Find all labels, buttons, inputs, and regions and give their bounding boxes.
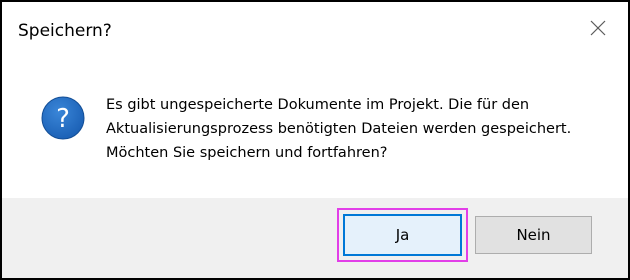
dialog-message: Es gibt ungespeicherte Dokumente im Proj…	[106, 93, 616, 165]
message-line: Möchten Sie speichern und fortfahren?	[106, 145, 388, 161]
title-bar: Speichern?	[2, 2, 628, 60]
yes-button[interactable]: Ja	[343, 214, 462, 256]
dialog-title: Speichern?	[18, 21, 112, 41]
message-line: Aktualisierungsprozess benötigten Dateie…	[106, 121, 572, 137]
no-button[interactable]: Nein	[475, 216, 592, 254]
close-button[interactable]	[584, 14, 612, 42]
message-line: Es gibt ungespeicherte Dokumente im Proj…	[106, 97, 530, 113]
question-icon: ?	[41, 96, 85, 140]
svg-text:?: ?	[56, 104, 70, 134]
close-icon	[590, 20, 606, 36]
dialog-content: ? Es gibt ungespeicherte Dokumente im Pr…	[2, 60, 628, 198]
